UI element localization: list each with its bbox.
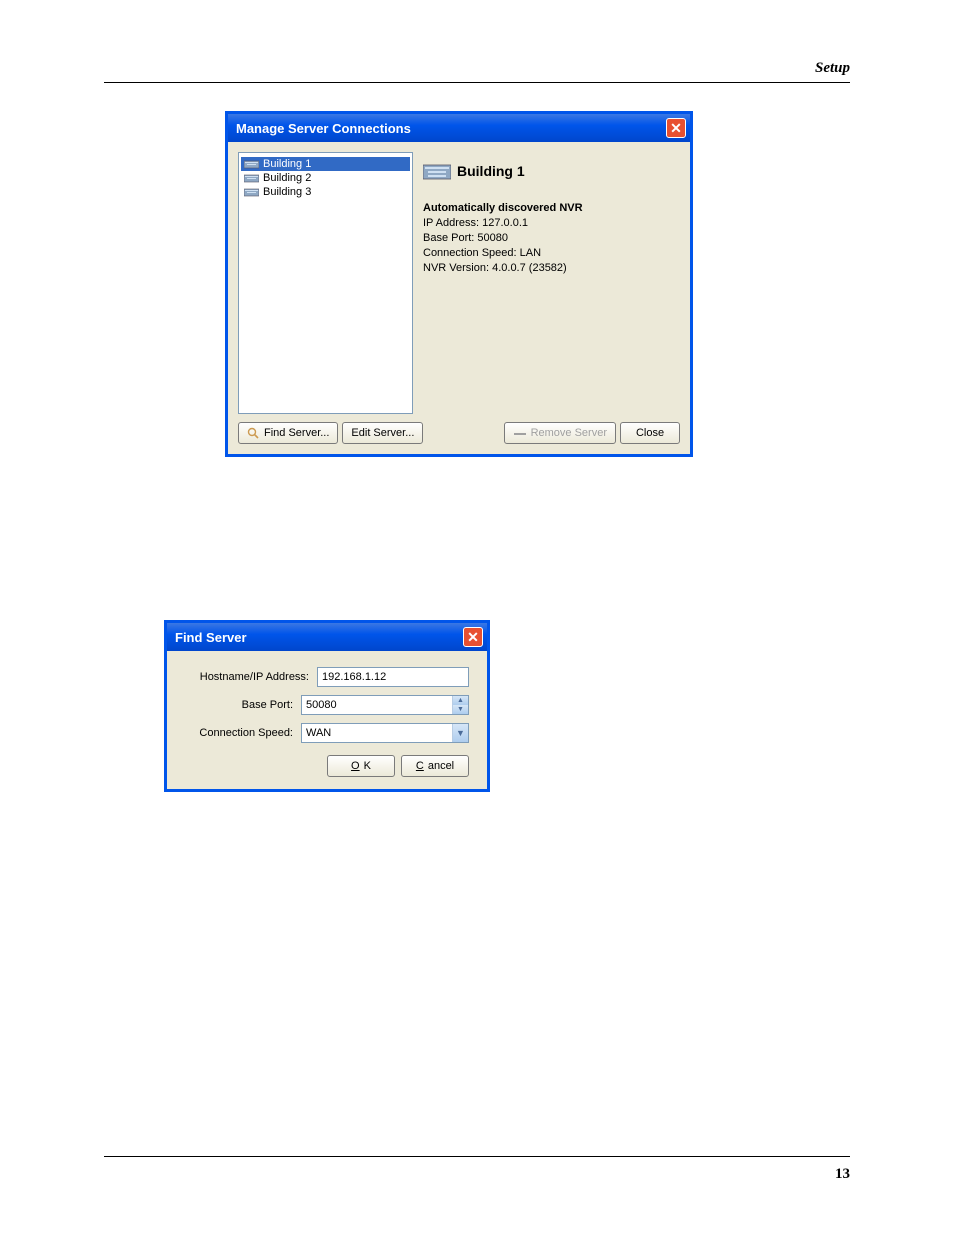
page-number: 13	[835, 1166, 850, 1183]
server-item-building-1[interactable]: Building 1	[241, 157, 410, 171]
hostname-label: Hostname/IP Address:	[185, 671, 317, 683]
magnify-icon	[247, 427, 260, 440]
port-label: Base Port:	[185, 699, 301, 711]
details-panel: Building 1 Automatically discovered NVR …	[419, 152, 680, 414]
edit-server-label: Edit Server...	[351, 427, 414, 439]
hostname-input[interactable]	[317, 667, 469, 687]
button-row: OK Cancel	[185, 755, 469, 777]
remove-server-label: Remove Server	[531, 427, 607, 439]
close-icon[interactable]: ✕	[666, 118, 686, 138]
dialog-title: Find Server	[175, 630, 247, 645]
server-item-label: Building 3	[263, 186, 311, 198]
server-item-building-2[interactable]: Building 2	[241, 171, 410, 185]
close-icon[interactable]: ✕	[463, 627, 483, 647]
button-row: Find Server... Edit Server... Remove Ser…	[238, 422, 680, 444]
speed-label: Connection Speed:	[185, 727, 301, 739]
spinner-down-icon[interactable]: ▼	[453, 705, 468, 714]
dialog-body: Hostname/IP Address: Base Port: ▲ ▼ Conn…	[167, 651, 487, 789]
details-heading: Automatically discovered NVR	[423, 202, 676, 214]
find-server-button[interactable]: Find Server...	[238, 422, 338, 444]
details-title-row: Building 1	[423, 160, 676, 182]
hostname-row: Hostname/IP Address:	[185, 667, 469, 687]
details-title: Building 1	[457, 163, 525, 179]
edit-server-button[interactable]: Edit Server...	[342, 422, 423, 444]
header-rule	[104, 82, 850, 83]
server-item-label: Building 2	[263, 172, 311, 184]
manage-server-connections-dialog: Manage Server Connections ✕ Building 1 B…	[225, 111, 693, 457]
server-large-icon	[423, 160, 451, 182]
close-label: Close	[636, 427, 664, 439]
ok-button[interactable]: OK	[327, 755, 395, 777]
port-input[interactable]	[302, 696, 452, 714]
port-spinner[interactable]: ▲ ▼	[301, 695, 469, 715]
server-icon	[244, 186, 259, 198]
details-speed: Connection Speed: LAN	[423, 246, 676, 261]
cancel-button[interactable]: Cancel	[401, 755, 469, 777]
server-item-label: Building 1	[263, 158, 311, 170]
server-icon	[244, 172, 259, 184]
server-list[interactable]: Building 1 Building 2 Building 3	[238, 152, 413, 414]
find-server-label: Find Server...	[264, 427, 329, 439]
chevron-down-icon[interactable]: ▼	[452, 724, 468, 742]
remove-server-button: Remove Server	[504, 422, 616, 444]
find-server-dialog: Find Server ✕ Hostname/IP Address: Base …	[164, 620, 490, 792]
dialog-main: Building 1 Building 2 Building 3	[238, 152, 680, 414]
minus-icon	[513, 429, 527, 437]
details-ip: IP Address: 127.0.0.1	[423, 216, 676, 231]
speed-row: Connection Speed: ▼	[185, 723, 469, 743]
port-row: Base Port: ▲ ▼	[185, 695, 469, 715]
server-item-building-3[interactable]: Building 3	[241, 185, 410, 199]
spinner-up-icon[interactable]: ▲	[453, 696, 468, 705]
details-port: Base Port: 50080	[423, 231, 676, 246]
speed-value[interactable]	[302, 724, 452, 742]
details-version: NVR Version: 4.0.0.7 (23582)	[423, 261, 676, 276]
server-icon	[244, 158, 259, 170]
titlebar[interactable]: Find Server ✕	[167, 623, 487, 651]
close-button[interactable]: Close	[620, 422, 680, 444]
footer-rule	[104, 1156, 850, 1157]
spinner-buttons: ▲ ▼	[452, 696, 468, 714]
speed-select[interactable]: ▼	[301, 723, 469, 743]
page-header: Setup	[815, 60, 850, 77]
titlebar[interactable]: Manage Server Connections ✕	[228, 114, 690, 142]
dialog-title: Manage Server Connections	[236, 121, 411, 136]
dialog-body: Building 1 Building 2 Building 3	[228, 142, 690, 454]
